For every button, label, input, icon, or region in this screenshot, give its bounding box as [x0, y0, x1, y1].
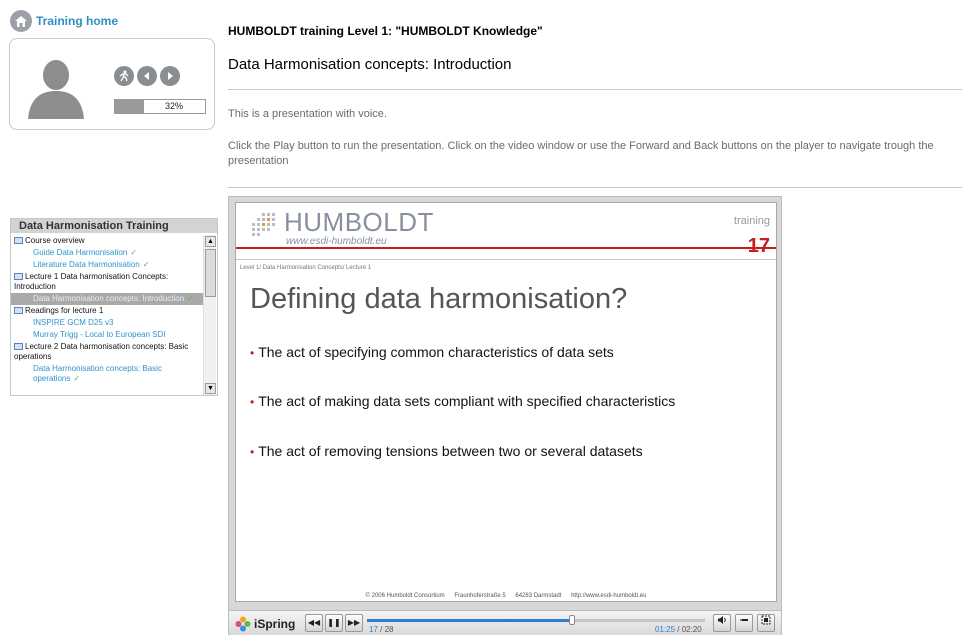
pause-icon: ❚❚	[327, 618, 341, 627]
slide-breadcrumb: Level 1/ Data Harmonisation Concepts/ Le…	[240, 265, 372, 271]
tree-lecture-item[interactable]: Readings for lecture 1	[11, 305, 203, 317]
rewind-icon: ◀◀	[307, 618, 321, 627]
tree-lecture-item[interactable]: Lecture 2 Data harmonisation concepts: B…	[11, 341, 203, 363]
book-icon	[14, 237, 23, 244]
slide-training-label: training	[733, 215, 770, 227]
tree-lecture-item[interactable]: Course overview	[11, 235, 203, 247]
slide-heading: Defining data harmonisation?	[250, 283, 628, 315]
playback-time: 01:25 / 02:20	[655, 625, 702, 634]
divider	[228, 89, 962, 90]
runner-icon[interactable]	[114, 66, 134, 86]
profile-box: 32%	[9, 38, 215, 130]
presentation-slide[interactable]: HUMBOLDT www.esdi-humboldt.eu training 1…	[235, 202, 777, 602]
divider	[228, 187, 962, 188]
avatar	[22, 51, 90, 119]
scroll-thumb[interactable]	[205, 249, 216, 297]
forward-arrow-icon[interactable]	[160, 66, 180, 86]
slide-counter: 17 / 28	[369, 625, 394, 634]
checkmark-icon: ✓	[142, 260, 150, 269]
tree-lesson-link[interactable]: Guide Data Harmonisation ✓	[11, 247, 203, 259]
tree-scrollbar[interactable]: ▲ ▼	[203, 235, 216, 395]
slide-header-gray-line	[236, 259, 776, 260]
tree-lesson-link[interactable]: INSPIRE GCM D25 v3	[11, 317, 203, 329]
slide-footer: © 2006 Humboldt Consortium Fraunhoferstr…	[365, 593, 647, 599]
humboldt-logo-icon	[252, 213, 275, 236]
course-tree-title: Data Harmonisation Training	[11, 219, 217, 233]
slide-bullet: • The act of specifying common characteri…	[250, 344, 614, 360]
checkmark-icon: ✓	[73, 374, 81, 383]
slide-header-red-line	[236, 247, 776, 249]
slide-logo-url: www.esdi-humboldt.eu	[286, 236, 387, 247]
scroll-up-arrow-icon[interactable]: ▲	[205, 236, 216, 247]
course-progress-label: 32%	[164, 101, 183, 111]
fullscreen-button[interactable]	[757, 614, 775, 632]
player-controls: iSpring ◀◀ ❚❚ ▶▶ 17 / 28 01:25 / 02:20	[229, 610, 781, 635]
seek-handle[interactable]	[569, 615, 576, 625]
course-title: HUMBOLDT training Level 1: "HUMBOLDT Kno…	[228, 24, 543, 38]
bullet-dot-icon: •	[250, 445, 255, 459]
ispring-brand: iSpring	[254, 617, 296, 631]
course-progress-bar: 32%	[114, 99, 206, 114]
tree-lesson-link[interactable]: Murray Trigg - Local to European SDI	[11, 329, 203, 341]
slide-bullet: • The act of making data sets compliant w…	[250, 393, 676, 409]
home-icon	[10, 10, 32, 32]
slide-bullet: • The act of removing tensions between tw…	[250, 443, 643, 459]
book-icon	[14, 343, 23, 350]
seek-bar-fill	[367, 619, 573, 622]
course-tree-list: Course overview Guide Data Harmonisation ✓…	[11, 235, 203, 397]
fast-forward-icon: ▶▶	[347, 618, 361, 627]
training-home-link[interactable]: Training home	[10, 10, 118, 32]
tree-lesson-link[interactable]: Literature Data Harmonisation ✓	[11, 259, 203, 271]
previous-slide-button[interactable]: ◀◀	[305, 614, 323, 632]
checkmark-icon: ✓	[187, 294, 194, 303]
tree-lecture-item[interactable]: Lecture 1 Data harmonisation Concepts: I…	[11, 271, 203, 293]
checkmark-icon: ✓	[130, 248, 137, 257]
presentation-player: HUMBOLDT www.esdi-humboldt.eu training 1…	[228, 196, 782, 635]
scroll-down-arrow-icon[interactable]: ▼	[205, 383, 216, 394]
book-icon	[14, 273, 23, 280]
tree-lesson-link[interactable]: Data Harmonisation concepts: Basic opera…	[11, 363, 203, 385]
outline-icon	[740, 619, 748, 621]
pause-button[interactable]: ❚❚	[325, 614, 343, 632]
tree-lesson-link[interactable]: Data Harmonisation concepts: Introductio…	[11, 293, 203, 305]
bullet-dot-icon: •	[250, 346, 255, 360]
profile-nav-buttons	[114, 66, 180, 86]
bullet-dot-icon: •	[250, 395, 255, 409]
training-home-label: Training home	[36, 14, 119, 28]
course-tree-panel: Data Harmonisation Training Course overv…	[10, 218, 218, 396]
next-slide-button[interactable]: ▶▶	[345, 614, 363, 632]
back-arrow-icon[interactable]	[137, 66, 157, 86]
ispring-flower-icon	[235, 616, 251, 632]
book-icon	[14, 307, 23, 314]
slide-header: HUMBOLDT www.esdi-humboldt.eu training 1…	[236, 203, 776, 261]
slide-logo-text: HUMBOLDT	[284, 207, 434, 237]
ispring-logo[interactable]: iSpring	[235, 616, 295, 632]
course-progress-fill	[115, 100, 144, 113]
lesson-title: Data Harmonisation concepts: Introductio…	[228, 56, 512, 73]
intro-text-voice: This is a presentation with voice.	[228, 108, 387, 120]
fullscreen-icon	[761, 615, 771, 625]
intro-text-instructions: Click the Play button to run the present…	[228, 140, 934, 167]
outline-toggle-button[interactable]	[735, 614, 753, 632]
seek-bar[interactable]	[367, 615, 705, 625]
volume-button[interactable]	[713, 614, 731, 632]
speaker-icon	[718, 616, 726, 624]
